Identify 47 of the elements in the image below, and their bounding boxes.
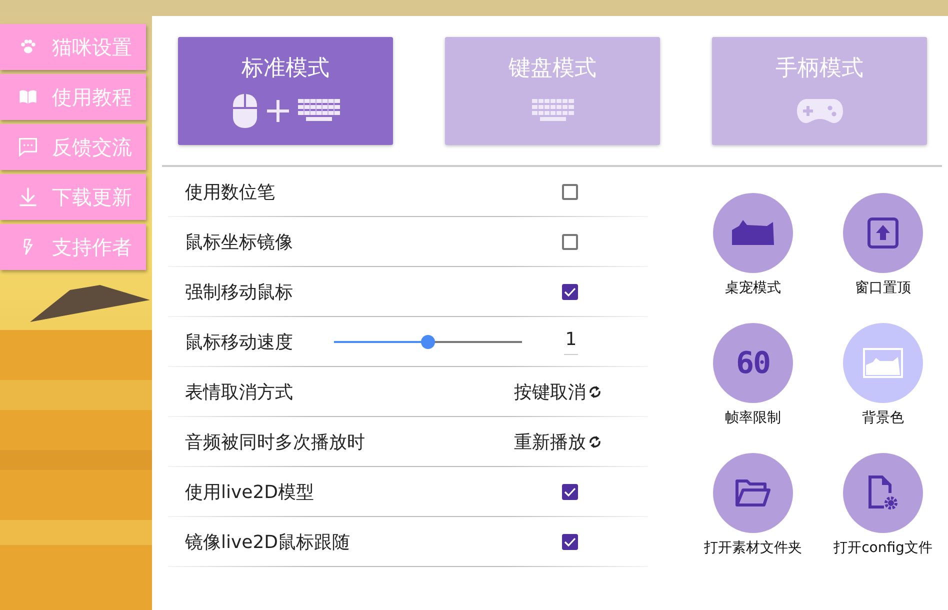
tool-label: 背景色: [862, 409, 904, 427]
download-icon: [17, 186, 39, 208]
option-toggle[interactable]: 按键取消: [514, 380, 586, 404]
plus-icon: [266, 99, 290, 123]
checkbox[interactable]: [562, 484, 578, 500]
tool-button[interactable]: 60: [713, 323, 793, 403]
setting-label: 强制移动鼠标: [185, 280, 294, 304]
setting-label: 使用live2D模型: [185, 480, 316, 504]
checkbox[interactable]: [562, 284, 578, 300]
speed-field[interactable]: 1: [564, 328, 578, 354]
sidebar-button[interactable]: 猫咪设置: [0, 24, 146, 70]
gamepad-icon: [796, 98, 842, 124]
sidebar-button[interactable]: 使用教程: [0, 74, 146, 120]
option-toggle[interactable]: 重新播放: [514, 430, 586, 454]
setting-label: 表情取消方式: [185, 380, 294, 404]
cat-icon: [731, 220, 775, 246]
tool-label: 窗口置顶: [855, 279, 911, 297]
keyboard-icon: [298, 99, 340, 123]
sidebar-button[interactable]: 反馈交流: [0, 124, 146, 170]
refresh-icon: [588, 434, 602, 450]
sidebar-button[interactable]: 支持作者: [0, 224, 146, 270]
setting-label: 音频被同时多次播放时: [185, 430, 366, 454]
tool-label: 帧率限制: [725, 409, 781, 427]
mode-tab[interactable]: 键盘模式: [445, 37, 660, 145]
tool-label: 打开config文件: [834, 539, 932, 557]
setting-label: 鼠标坐标镜像: [185, 230, 294, 254]
mode-tab[interactable]: 手柄模式: [712, 37, 927, 145]
fps-icon: 60: [736, 346, 770, 380]
checkbox[interactable]: [562, 184, 578, 200]
tool-label: 打开素材文件夹: [704, 539, 802, 557]
sidebar-button[interactable]: 下载更新: [0, 174, 146, 220]
checkbox[interactable]: [562, 234, 578, 250]
setting-label: 使用数位笔: [185, 180, 276, 204]
window-up-icon: [867, 217, 899, 249]
refresh-icon: [588, 384, 602, 400]
tool-label: 桌宠模式: [725, 279, 781, 297]
checkbox[interactable]: [562, 534, 578, 550]
file-settings-icon: [868, 475, 898, 511]
image-icon: [863, 348, 903, 378]
setting-label: 鼠标移动速度: [185, 330, 294, 354]
mouse-icon: [232, 93, 258, 129]
keyboard-icon: [532, 99, 574, 123]
setting-label: 镜像live2D鼠标跟随: [185, 530, 352, 554]
slider-thumb[interactable]: [421, 334, 435, 348]
folder-icon: [735, 479, 771, 507]
mode-tab[interactable]: 标准模式: [178, 37, 393, 145]
chat-icon: [17, 136, 39, 158]
